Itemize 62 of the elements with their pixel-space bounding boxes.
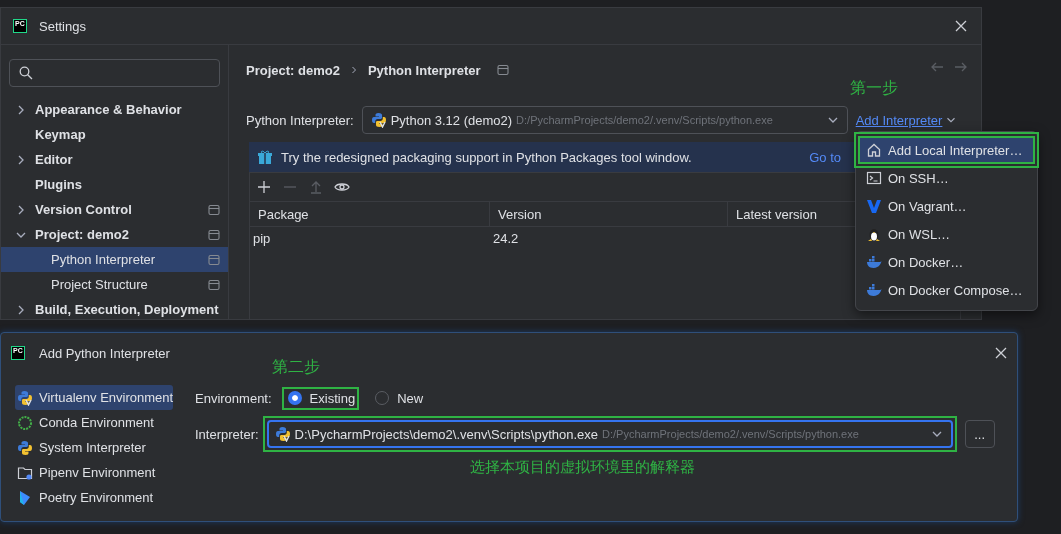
python-icon — [370, 112, 387, 128]
python-icon — [274, 426, 291, 442]
annotation-label: 第二步 — [272, 357, 320, 377]
sidebar-item[interactable]: Version Control — [1, 197, 228, 222]
scope-icon — [494, 62, 511, 78]
column-header[interactable]: Latest version — [736, 206, 817, 222]
breadcrumb-item: Python Interpreter — [367, 62, 481, 78]
folder-icon — [17, 464, 33, 481]
annotation-label: 第一步 — [850, 78, 898, 98]
sidebar-item[interactable]: Python Interpreter — [1, 247, 228, 272]
sidebar-item[interactable]: Project Structure — [1, 272, 228, 297]
sidebar-item[interactable]: Conda Environment — [15, 410, 173, 435]
annotation-note: 选择本项目的虚拟环境里的解释器 — [470, 458, 696, 477]
window-title: Settings — [39, 18, 87, 34]
close-icon[interactable] — [993, 345, 1009, 361]
home-icon — [866, 142, 882, 158]
v-shape-icon — [866, 198, 882, 214]
add-interpreter-link[interactable]: Add Interpreter — [855, 112, 959, 128]
field-label: Interpreter: — [195, 426, 259, 442]
table-cell: pip — [253, 230, 271, 246]
table-cell: 24.2 — [493, 230, 519, 246]
menu-item[interactable]: On Vagrant… — [858, 192, 1035, 220]
interpreter-dropdown[interactable]: Python 3.12 (demo2) D:/PycharmProjects/demo2/.venv/Scripts/python.exe — [361, 106, 848, 134]
menu-item[interactable]: On Docker Compose… — [858, 276, 1035, 304]
close-icon[interactable] — [953, 18, 969, 34]
sidebar-item[interactable]: Build, Execution, Deployment — [1, 297, 228, 319]
sidebar-item[interactable]: Editor — [1, 147, 228, 172]
column-header[interactable]: Version — [498, 206, 542, 222]
sidebar-item[interactable]: Poetry Environment — [15, 485, 173, 510]
menu-item[interactable]: On Docker… — [858, 248, 1035, 276]
gift-icon — [257, 149, 273, 165]
sidebar-item[interactable]: Appearance & Behavior — [1, 97, 228, 122]
sidebar-item[interactable]: System Interpreter — [15, 435, 173, 460]
banner-text: Try the redesigned packaging support in Python Packages tool window. — [281, 149, 693, 165]
python-icon — [17, 389, 33, 406]
penguin-icon — [866, 226, 882, 242]
plus-icon[interactable] — [256, 179, 272, 195]
field-label: Environment: — [195, 390, 272, 406]
radio-option[interactable]: New — [369, 386, 428, 410]
breadcrumb-item[interactable]: Project: demo2 — [246, 62, 340, 78]
ring-icon — [17, 414, 33, 431]
radio-option[interactable]: Existing — [281, 386, 360, 410]
field-label: Python Interpreter: — [246, 112, 354, 128]
python-icon — [17, 439, 33, 456]
go-to-link[interactable]: Go to — [809, 149, 841, 165]
column-header[interactable]: Package — [258, 206, 309, 222]
terminal-icon — [866, 170, 882, 186]
sidebar-item[interactable]: Project: demo2 — [1, 222, 228, 247]
sidebar-item[interactable]: Keymap — [1, 122, 228, 147]
browse-button[interactable]: ... — [964, 420, 995, 448]
menu-item[interactable]: On SSH… — [858, 164, 1035, 192]
whale-icon — [866, 254, 882, 270]
interpreter-dropdown[interactable]: D:\PycharmProjects\demo2\.venv\Scripts\python.exe D:/PycharmProjects/demo2/.venv/Scripts/python.exe — [266, 420, 953, 448]
sidebar-item[interactable]: Pipenv Environment — [15, 460, 173, 485]
menu-item[interactable]: On WSL… — [858, 220, 1035, 248]
poetry-icon — [17, 489, 33, 506]
dialog-title: Add Python Interpreter — [39, 345, 171, 361]
search-field[interactable] — [9, 59, 220, 87]
search-icon — [18, 65, 34, 81]
sidebar-item[interactable]: Virtualenv Environment — [15, 385, 173, 410]
sidebar-item[interactable]: Plugins — [1, 172, 228, 197]
whale-icon — [866, 282, 882, 298]
